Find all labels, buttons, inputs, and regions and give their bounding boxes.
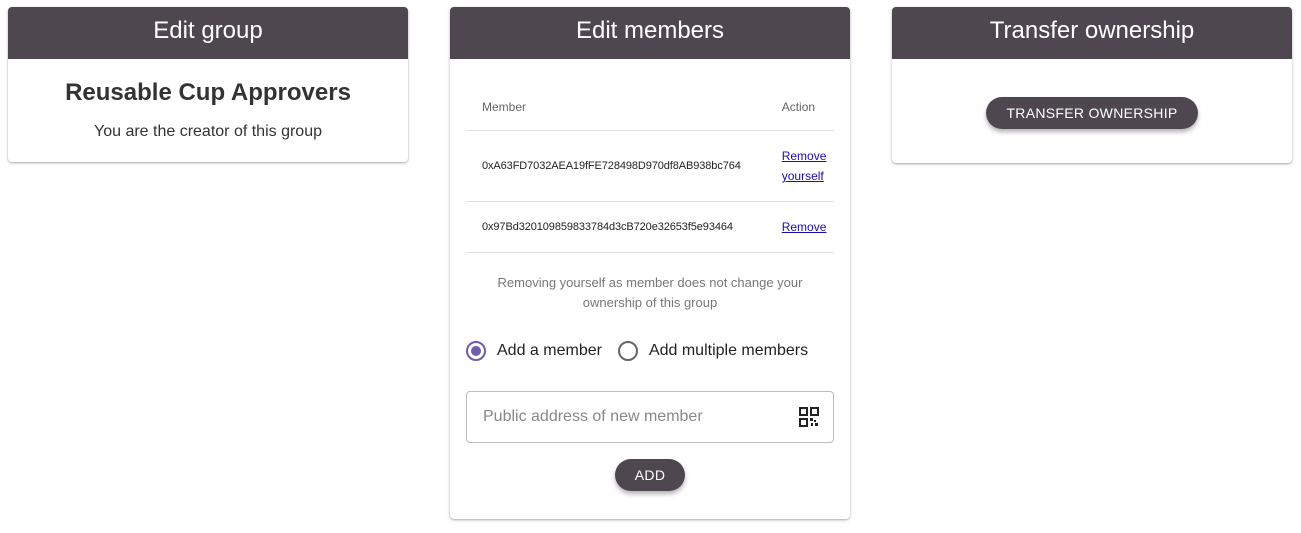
radio-unchecked-icon[interactable] bbox=[617, 341, 638, 361]
table-row: 0xA63FD7032AEA19fFE728498D970df8AB938bc7… bbox=[466, 130, 834, 202]
edit-members-card: Edit members Member Action 0xA63FD7032AE… bbox=[450, 7, 850, 519]
member-address: 0xA63FD7032AEA19fFE728498D970df8AB938bc7… bbox=[466, 130, 781, 202]
removal-note: Removing yourself as member does not cha… bbox=[497, 275, 803, 310]
transfer-ownership-card: Transfer ownership Transfer ownership bbox=[892, 7, 1292, 163]
radio-checked-icon[interactable] bbox=[466, 341, 486, 361]
column-header-action: Action bbox=[780, 83, 834, 131]
remove-link-line1: Remove bbox=[781, 149, 827, 163]
add-member-button[interactable]: Add bbox=[615, 459, 685, 491]
transfer-ownership-header: Transfer ownership bbox=[892, 7, 1292, 59]
radio-add-multiple-members[interactable]: Add multiple members bbox=[617, 341, 809, 361]
action-cell: Remove yourself bbox=[780, 130, 834, 202]
column-header-member: Member bbox=[466, 83, 781, 131]
radio-label-add-a-member: Add a member bbox=[497, 342, 602, 359]
table-row: 0x97Bd320109859833784d3cB720e32653f5e934… bbox=[466, 201, 834, 253]
remove-member-link[interactable]: Remove bbox=[782, 220, 827, 234]
edit-group-card: Edit group Reusable Cup Approvers You ar… bbox=[8, 7, 408, 162]
radio-add-a-member[interactable]: Add a member bbox=[466, 341, 602, 361]
edit-members-header: Edit members bbox=[450, 7, 850, 59]
add-mode-radio-group: Add a member Add multiple members bbox=[450, 341, 850, 361]
qr-code-icon[interactable] bbox=[799, 407, 819, 427]
edit-group-header: Edit group bbox=[8, 7, 408, 59]
new-member-address-input[interactable] bbox=[481, 407, 775, 427]
members-table: Member Action 0xA63FD7032AEA19fFE728498D… bbox=[466, 83, 834, 253]
group-name: Reusable Cup Approvers bbox=[65, 79, 351, 106]
remove-link-line2: yourself bbox=[781, 169, 824, 183]
radio-label-add-multiple-members: Add multiple members bbox=[648, 342, 809, 359]
group-creator-note: You are the creator of this group bbox=[94, 123, 322, 140]
action-cell: Remove bbox=[780, 201, 834, 253]
remove-yourself-link[interactable]: Remove yourself bbox=[782, 146, 833, 186]
new-member-address-field bbox=[466, 391, 834, 443]
members-table-wrap: Member Action 0xA63FD7032AEA19fFE728498D… bbox=[450, 83, 850, 253]
transfer-ownership-button[interactable]: Transfer ownership bbox=[986, 97, 1198, 129]
member-address: 0x97Bd320109859833784d3cB720e32653f5e934… bbox=[466, 201, 781, 253]
